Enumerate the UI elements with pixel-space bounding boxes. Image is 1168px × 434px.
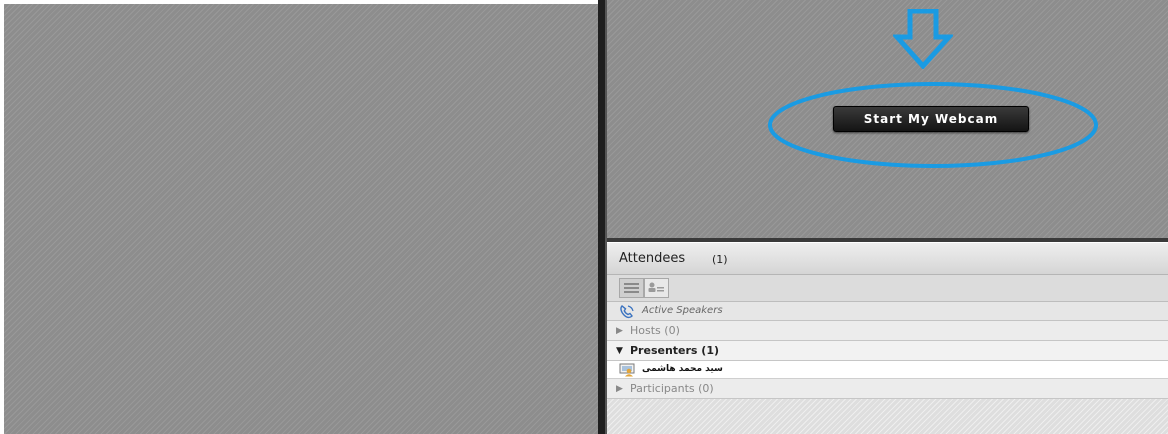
attendee-row[interactable]: سید محمد هاشمی <box>607 361 1168 379</box>
group-label: Participants (0) <box>630 382 714 395</box>
list-view-icon <box>624 283 639 293</box>
active-speakers-row: Active Speakers <box>607 302 1168 321</box>
group-label: Presenters (1) <box>630 344 720 357</box>
group-hosts[interactable]: ▶ Hosts (0) <box>607 321 1168 341</box>
user-list-view-icon <box>648 282 664 292</box>
attendees-list-empty-area <box>607 399 1168 434</box>
triangle-down-icon: ▼ <box>616 346 623 356</box>
list-view-button[interactable] <box>619 278 644 298</box>
triangle-right-icon: ▶ <box>616 326 623 336</box>
share-pod <box>4 4 598 434</box>
pod-divider[interactable] <box>598 0 607 434</box>
group-presenters[interactable]: ▼ Presenters (1) <box>607 341 1168 361</box>
phone-icon <box>620 305 634 319</box>
triangle-right-icon: ▶ <box>616 384 623 394</box>
attendees-count: (1) <box>712 253 728 266</box>
active-speakers-label: Active Speakers <box>642 305 723 316</box>
attendees-title: Attendees <box>619 251 686 266</box>
group-label: Hosts (0) <box>630 324 680 337</box>
attendees-header: Attendees (1) <box>607 242 1168 275</box>
attendees-pod: Attendees (1) Active Speakers ▶ Hosts (0… <box>607 242 1168 434</box>
user-view-button[interactable] <box>644 278 669 298</box>
presenter-icon <box>619 363 635 377</box>
start-webcam-button[interactable]: Start My Webcam <box>833 106 1029 132</box>
attendee-name: سید محمد هاشمی <box>642 364 723 374</box>
attendees-toolbar <box>607 275 1168 302</box>
group-participants[interactable]: ▶ Participants (0) <box>607 379 1168 399</box>
